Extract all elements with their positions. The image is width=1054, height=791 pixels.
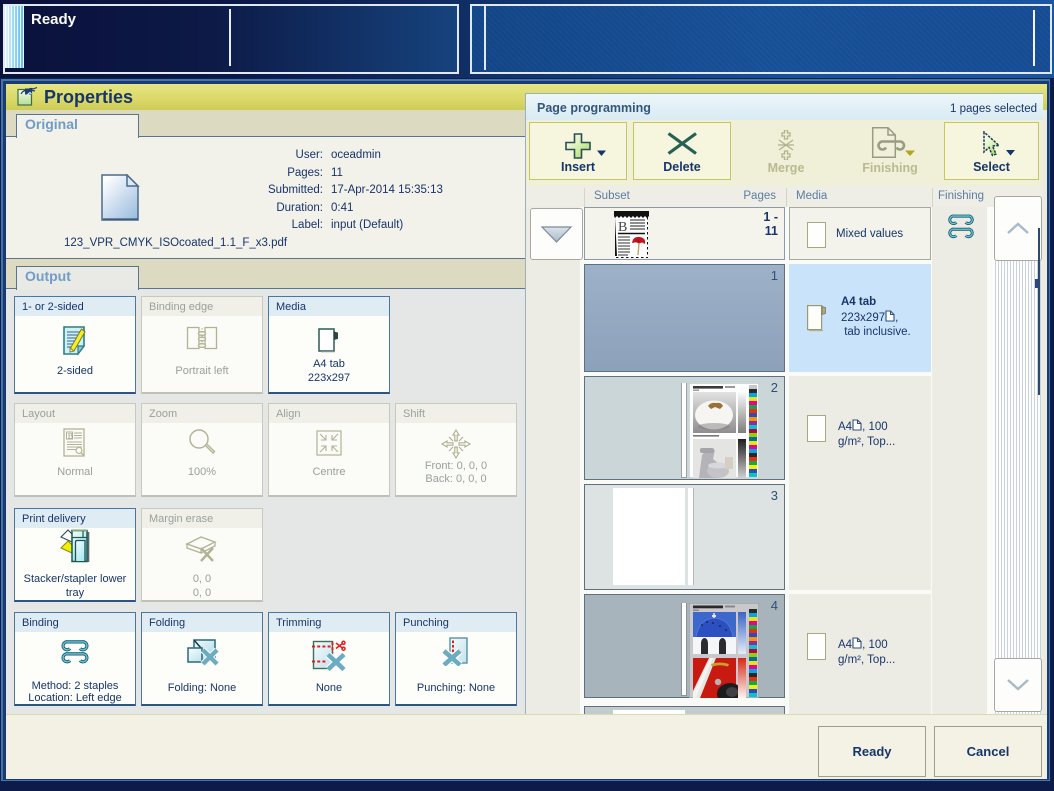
- svg-text:B: B: [68, 432, 73, 441]
